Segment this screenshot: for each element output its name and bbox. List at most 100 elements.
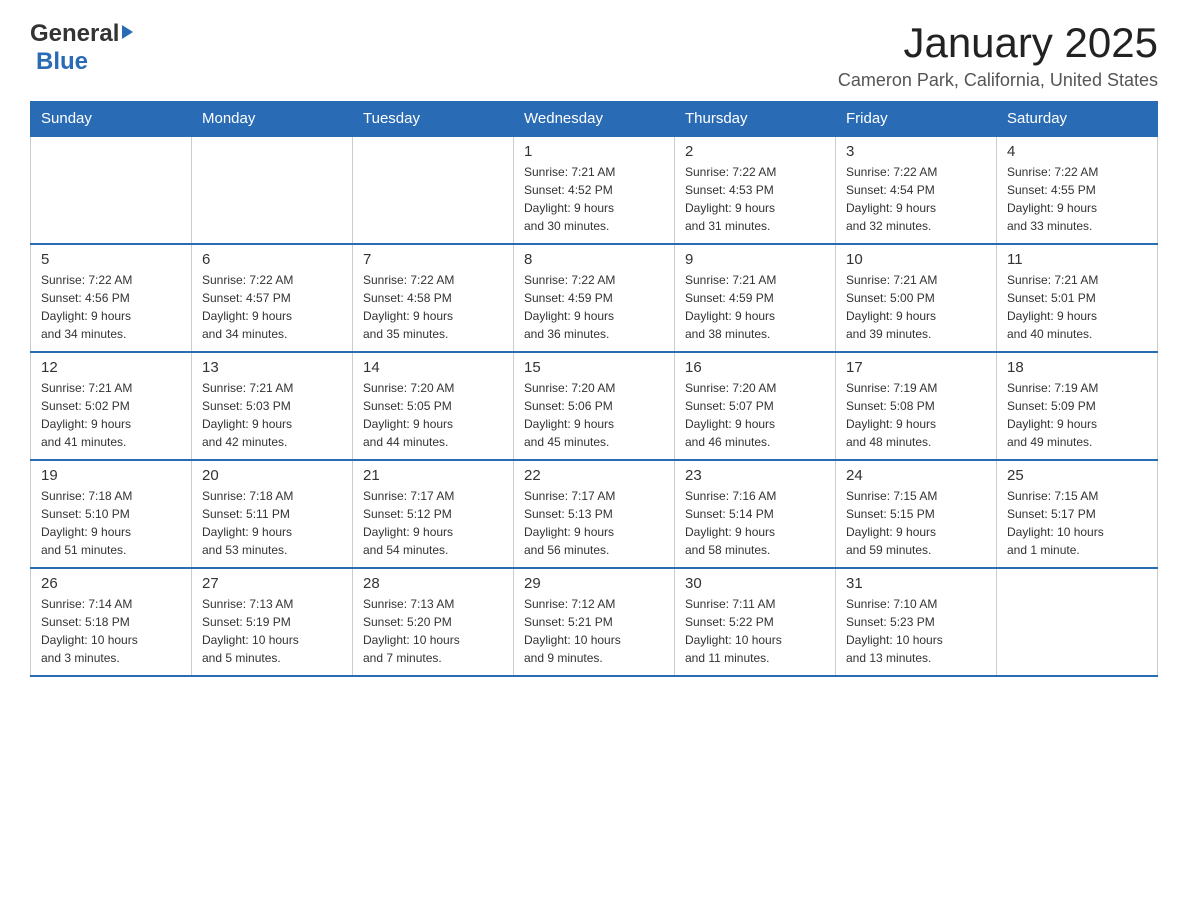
day-cell: 22 Sunrise: 7:17 AM Sunset: 5:13 PM Dayli… bbox=[514, 460, 675, 568]
day-info: Sunrise: 7:20 AM Sunset: 5:06 PM Dayligh… bbox=[524, 379, 664, 451]
calendar-table: SundayMondayTuesdayWednesdayThursdayFrid… bbox=[30, 101, 1158, 677]
day-info: Sunrise: 7:12 AM Sunset: 5:21 PM Dayligh… bbox=[524, 595, 664, 667]
day-cell: 15Sunrise: 7:20 AM Sunset: 5:06 PM Dayli… bbox=[514, 352, 675, 460]
day-number: 3 bbox=[846, 143, 986, 160]
day-number: 1 bbox=[524, 143, 664, 160]
week-row-4: 19 Sunrise: 7:18 AM Sunset: 5:10 PM Dayli… bbox=[31, 460, 1158, 568]
day-info: Sunrise: 7:21 AM Sunset: 5:03 PM Dayligh… bbox=[202, 379, 342, 451]
day-cell: 20 Sunrise: 7:18 AM Sunset: 5:11 PM Dayli… bbox=[192, 460, 353, 568]
day-info: Sunrise: 7:22 AM Sunset: 4:58 PM Dayligh… bbox=[363, 271, 503, 343]
day-cell: 6 Sunrise: 7:22 AM Sunset: 4:57 PM Daylig… bbox=[192, 244, 353, 352]
page-header: General Blue January 2025 Cameron Park, … bbox=[30, 20, 1158, 91]
day-cell: 2Sunrise: 7:22 AM Sunset: 4:53 PM Daylig… bbox=[675, 136, 836, 244]
day-info: Sunrise: 7:22 AM Sunset: 4:59 PM Dayligh… bbox=[524, 271, 664, 343]
day-cell: 24Sunrise: 7:15 AM Sunset: 5:15 PM Dayli… bbox=[836, 460, 997, 568]
day-cell: 23Sunrise: 7:16 AM Sunset: 5:14 PM Dayli… bbox=[675, 460, 836, 568]
day-info: Sunrise: 7:19 AM Sunset: 5:09 PM Dayligh… bbox=[1007, 379, 1147, 451]
logo-triangle-icon bbox=[122, 25, 133, 39]
logo-blue-text: Blue bbox=[36, 48, 88, 76]
day-cell: 26 Sunrise: 7:14 AM Sunset: 5:18 PM Dayli… bbox=[31, 568, 192, 676]
day-number: 5 bbox=[41, 251, 181, 268]
day-number: 7 bbox=[363, 251, 503, 268]
day-info: Sunrise: 7:22 AM Sunset: 4:57 PM Dayligh… bbox=[202, 271, 342, 343]
week-row-1: 1Sunrise: 7:21 AM Sunset: 4:52 PM Daylig… bbox=[31, 136, 1158, 244]
calendar-header: SundayMondayTuesdayWednesdayThursdayFrid… bbox=[31, 102, 1158, 137]
logo-general-text: General bbox=[30, 20, 119, 48]
day-cell bbox=[192, 136, 353, 244]
day-cell: 11Sunrise: 7:21 AM Sunset: 5:01 PM Dayli… bbox=[997, 244, 1158, 352]
day-number: 23 bbox=[685, 467, 825, 484]
day-info: Sunrise: 7:13 AM Sunset: 5:19 PM Dayligh… bbox=[202, 595, 342, 667]
day-cell: 8 Sunrise: 7:22 AM Sunset: 4:59 PM Daylig… bbox=[514, 244, 675, 352]
day-cell: 9 Sunrise: 7:21 AM Sunset: 4:59 PM Daylig… bbox=[675, 244, 836, 352]
day-cell: 3 Sunrise: 7:22 AM Sunset: 4:54 PM Daylig… bbox=[836, 136, 997, 244]
day-number: 13 bbox=[202, 359, 342, 376]
header-cell-sunday: Sunday bbox=[31, 102, 192, 137]
day-number: 28 bbox=[363, 575, 503, 592]
day-number: 22 bbox=[524, 467, 664, 484]
day-cell: 31 Sunrise: 7:10 AM Sunset: 5:23 PM Dayli… bbox=[836, 568, 997, 676]
day-info: Sunrise: 7:20 AM Sunset: 5:05 PM Dayligh… bbox=[363, 379, 503, 451]
day-cell: 29 Sunrise: 7:12 AM Sunset: 5:21 PM Dayli… bbox=[514, 568, 675, 676]
day-info: Sunrise: 7:20 AM Sunset: 5:07 PM Dayligh… bbox=[685, 379, 825, 451]
day-number: 19 bbox=[41, 467, 181, 484]
day-number: 18 bbox=[1007, 359, 1147, 376]
day-cell: 28 Sunrise: 7:13 AM Sunset: 5:20 PM Dayli… bbox=[353, 568, 514, 676]
day-cell: 16 Sunrise: 7:20 AM Sunset: 5:07 PM Dayli… bbox=[675, 352, 836, 460]
day-cell: 19 Sunrise: 7:18 AM Sunset: 5:10 PM Dayli… bbox=[31, 460, 192, 568]
calendar-body: 1Sunrise: 7:21 AM Sunset: 4:52 PM Daylig… bbox=[31, 136, 1158, 676]
title-section: January 2025 Cameron Park, California, U… bbox=[838, 20, 1158, 91]
day-info: Sunrise: 7:17 AM Sunset: 5:13 PM Dayligh… bbox=[524, 487, 664, 559]
day-number: 20 bbox=[202, 467, 342, 484]
logo: General Blue bbox=[30, 20, 133, 76]
day-info: Sunrise: 7:15 AM Sunset: 5:17 PM Dayligh… bbox=[1007, 487, 1147, 559]
header-cell-friday: Friday bbox=[836, 102, 997, 137]
day-number: 4 bbox=[1007, 143, 1147, 160]
day-info: Sunrise: 7:10 AM Sunset: 5:23 PM Dayligh… bbox=[846, 595, 986, 667]
day-info: Sunrise: 7:21 AM Sunset: 5:02 PM Dayligh… bbox=[41, 379, 181, 451]
day-cell: 14Sunrise: 7:20 AM Sunset: 5:05 PM Dayli… bbox=[353, 352, 514, 460]
day-cell: 25Sunrise: 7:15 AM Sunset: 5:17 PM Dayli… bbox=[997, 460, 1158, 568]
day-number: 6 bbox=[202, 251, 342, 268]
day-number: 29 bbox=[524, 575, 664, 592]
day-cell: 1Sunrise: 7:21 AM Sunset: 4:52 PM Daylig… bbox=[514, 136, 675, 244]
day-info: Sunrise: 7:21 AM Sunset: 4:59 PM Dayligh… bbox=[685, 271, 825, 343]
day-cell: 12 Sunrise: 7:21 AM Sunset: 5:02 PM Dayli… bbox=[31, 352, 192, 460]
day-number: 17 bbox=[846, 359, 986, 376]
location-title: Cameron Park, California, United States bbox=[838, 70, 1158, 91]
day-info: Sunrise: 7:22 AM Sunset: 4:55 PM Dayligh… bbox=[1007, 163, 1147, 235]
day-cell: 17 Sunrise: 7:19 AM Sunset: 5:08 PM Dayli… bbox=[836, 352, 997, 460]
day-info: Sunrise: 7:19 AM Sunset: 5:08 PM Dayligh… bbox=[846, 379, 986, 451]
header-cell-thursday: Thursday bbox=[675, 102, 836, 137]
day-info: Sunrise: 7:13 AM Sunset: 5:20 PM Dayligh… bbox=[363, 595, 503, 667]
day-number: 16 bbox=[685, 359, 825, 376]
day-cell bbox=[353, 136, 514, 244]
day-number: 8 bbox=[524, 251, 664, 268]
month-title: January 2025 bbox=[838, 20, 1158, 66]
day-info: Sunrise: 7:18 AM Sunset: 5:11 PM Dayligh… bbox=[202, 487, 342, 559]
day-number: 24 bbox=[846, 467, 986, 484]
day-number: 31 bbox=[846, 575, 986, 592]
header-cell-wednesday: Wednesday bbox=[514, 102, 675, 137]
header-row: SundayMondayTuesdayWednesdayThursdayFrid… bbox=[31, 102, 1158, 137]
day-number: 9 bbox=[685, 251, 825, 268]
day-number: 26 bbox=[41, 575, 181, 592]
day-number: 12 bbox=[41, 359, 181, 376]
day-number: 30 bbox=[685, 575, 825, 592]
day-info: Sunrise: 7:22 AM Sunset: 4:54 PM Dayligh… bbox=[846, 163, 986, 235]
day-info: Sunrise: 7:21 AM Sunset: 5:00 PM Dayligh… bbox=[846, 271, 986, 343]
day-info: Sunrise: 7:18 AM Sunset: 5:10 PM Dayligh… bbox=[41, 487, 181, 559]
day-cell bbox=[997, 568, 1158, 676]
day-number: 11 bbox=[1007, 251, 1147, 268]
day-info: Sunrise: 7:17 AM Sunset: 5:12 PM Dayligh… bbox=[363, 487, 503, 559]
week-row-3: 12 Sunrise: 7:21 AM Sunset: 5:02 PM Dayli… bbox=[31, 352, 1158, 460]
day-number: 2 bbox=[685, 143, 825, 160]
day-cell: 4 Sunrise: 7:22 AM Sunset: 4:55 PM Daylig… bbox=[997, 136, 1158, 244]
header-cell-tuesday: Tuesday bbox=[353, 102, 514, 137]
day-info: Sunrise: 7:22 AM Sunset: 4:56 PM Dayligh… bbox=[41, 271, 181, 343]
day-cell: 5 Sunrise: 7:22 AM Sunset: 4:56 PM Daylig… bbox=[31, 244, 192, 352]
header-cell-monday: Monday bbox=[192, 102, 353, 137]
day-info: Sunrise: 7:14 AM Sunset: 5:18 PM Dayligh… bbox=[41, 595, 181, 667]
day-cell: 13 Sunrise: 7:21 AM Sunset: 5:03 PM Dayli… bbox=[192, 352, 353, 460]
day-info: Sunrise: 7:11 AM Sunset: 5:22 PM Dayligh… bbox=[685, 595, 825, 667]
